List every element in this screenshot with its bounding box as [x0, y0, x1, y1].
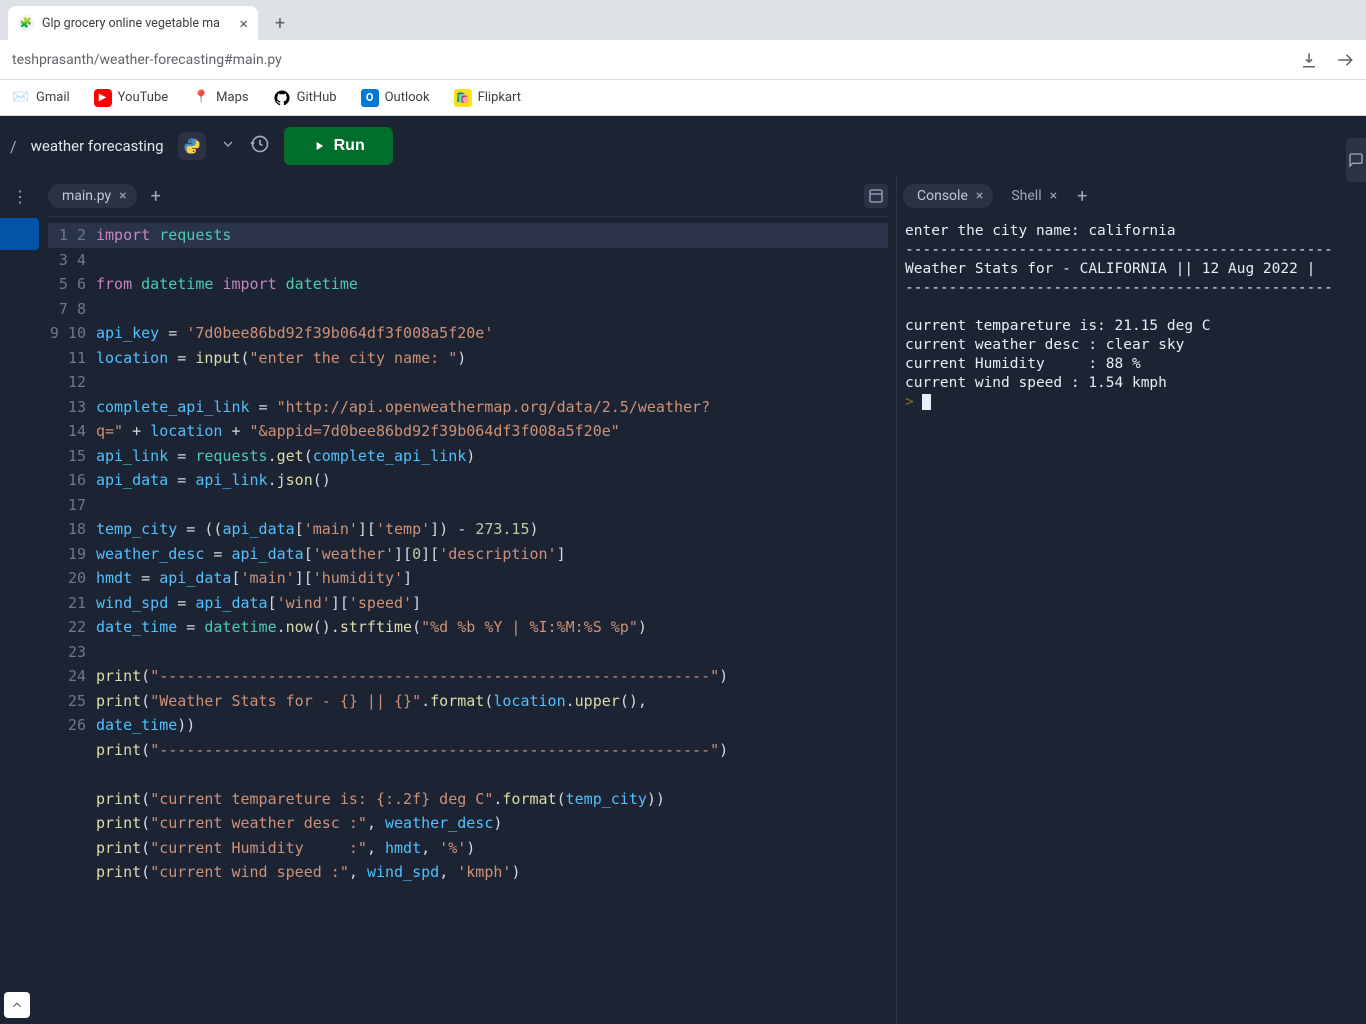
close-icon[interactable]: × — [119, 188, 126, 204]
chat-icon[interactable] — [1346, 138, 1366, 182]
run-button[interactable]: Run — [284, 127, 393, 165]
gmail-icon: ✉️ — [12, 89, 30, 107]
add-output-tab[interactable]: + — [1071, 186, 1093, 207]
breadcrumb-slash: / — [10, 137, 17, 156]
editor-pane: main.py × + 1 2 3 4 5 6 7 8 9 10 11 12 1… — [40, 176, 896, 1024]
files-rail-button[interactable] — [0, 218, 39, 250]
history-icon[interactable] — [250, 134, 270, 158]
bookmark-outlook[interactable]: OOutlook — [361, 89, 430, 107]
side-rail: ⋮ — [0, 176, 40, 1024]
close-icon[interactable]: × — [976, 188, 983, 204]
console-tab[interactable]: Console× — [903, 184, 993, 208]
code-editor[interactable]: 1 2 3 4 5 6 7 8 9 10 11 12 13 14 15 16 1… — [48, 216, 888, 1024]
output-pane: Console× Shell× + enter the city name: c… — [896, 176, 1366, 1024]
file-tab-label: main.py — [62, 188, 111, 204]
tab-close-icon[interactable]: × — [239, 14, 248, 33]
panel-layout-icon[interactable] — [864, 184, 888, 208]
bookmark-maps[interactable]: 📍Maps — [192, 89, 248, 107]
bookmark-youtube[interactable]: ▶YouTube — [94, 89, 169, 107]
bookmarks-bar: ✉️Gmail ▶YouTube 📍Maps GitHub OOutlook 🛍… — [0, 80, 1366, 116]
browser-tab[interactable]: 🧩 Glp grocery online vegetable ma × — [8, 6, 258, 40]
play-icon — [312, 139, 326, 153]
tab-favicon-icon: 🧩 — [18, 15, 34, 31]
maps-icon: 📍 — [192, 89, 210, 107]
file-tab-main[interactable]: main.py × — [48, 184, 137, 208]
bookmark-github[interactable]: GitHub — [273, 89, 337, 107]
bookmark-flipkart[interactable]: 🛍️Flipkart — [454, 89, 521, 107]
github-icon — [273, 89, 291, 107]
expand-icon[interactable] — [4, 992, 30, 1018]
chevron-down-icon[interactable] — [220, 136, 236, 156]
more-icon[interactable]: ⋮ — [8, 184, 32, 208]
editor-tabs: main.py × + — [48, 176, 888, 216]
ide-container: / weather forecasting Run ⋮ main.py × + — [0, 116, 1366, 1024]
url-text[interactable]: teshprasanth/weather-forecasting#main.py — [12, 52, 1300, 68]
line-gutter: 1 2 3 4 5 6 7 8 9 10 11 12 13 14 15 16 1… — [48, 217, 96, 1024]
add-tab-button[interactable]: + — [145, 186, 167, 207]
close-icon[interactable]: × — [1050, 188, 1057, 204]
flipkart-icon: 🛍️ — [454, 89, 472, 107]
code-content[interactable]: import requests from datetime import dat… — [96, 217, 888, 1024]
project-name[interactable]: weather forecasting — [31, 137, 164, 155]
youtube-icon: ▶ — [94, 89, 112, 107]
install-icon[interactable] — [1300, 51, 1318, 69]
bookmark-gmail[interactable]: ✉️Gmail — [12, 89, 70, 107]
shell-tab[interactable]: Shell× — [997, 184, 1067, 208]
tab-title: Glp grocery online vegetable ma — [42, 16, 220, 31]
outlook-icon: O — [361, 89, 379, 107]
address-bar: teshprasanth/weather-forecasting#main.py — [0, 40, 1366, 80]
browser-tab-strip: 🧩 Glp grocery online vegetable ma × + — [0, 0, 1366, 40]
output-tabs: Console× Shell× + — [903, 176, 1360, 216]
console-output[interactable]: enter the city name: california --------… — [903, 216, 1360, 1024]
share-icon[interactable] — [1336, 51, 1354, 69]
ide-header: / weather forecasting Run — [0, 116, 1366, 176]
python-icon[interactable] — [178, 132, 206, 160]
new-tab-button[interactable]: + — [266, 9, 294, 37]
